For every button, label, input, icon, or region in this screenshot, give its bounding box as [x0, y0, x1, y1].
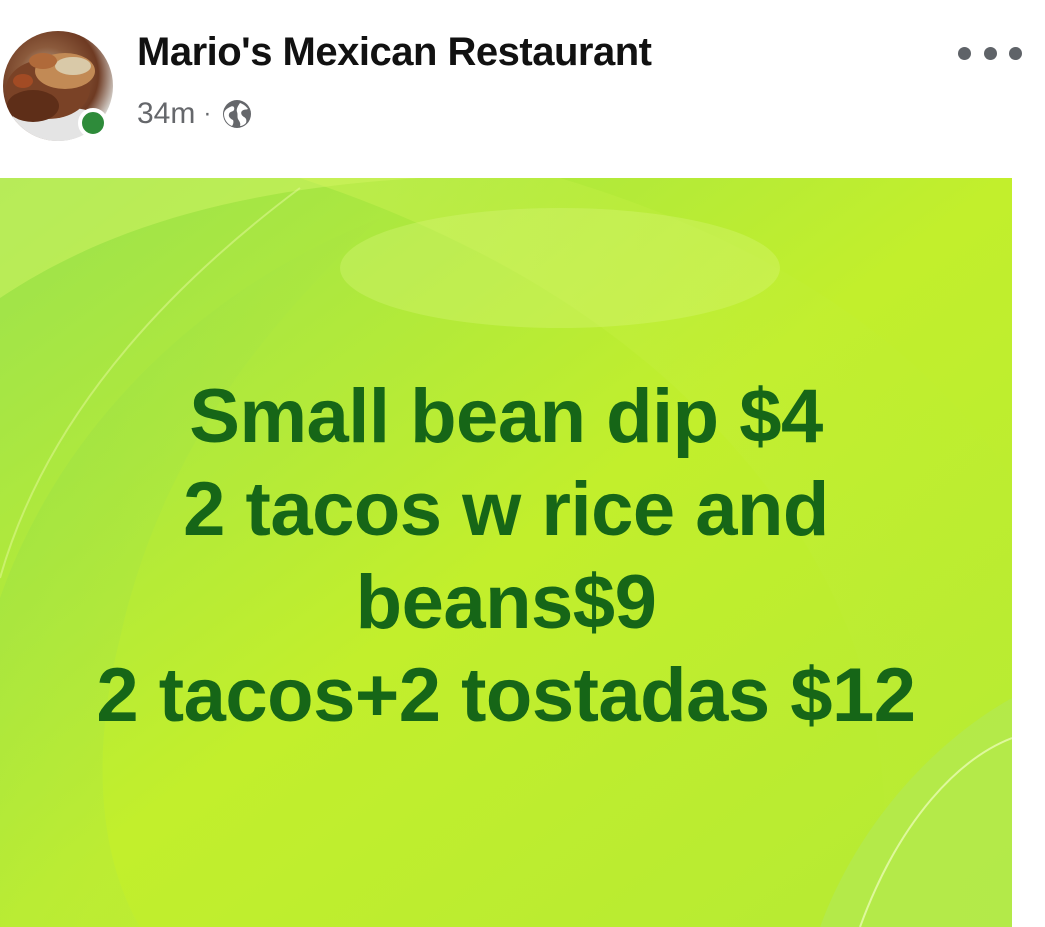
post-timestamp[interactable]: 34m	[137, 97, 195, 131]
page-name-link[interactable]: Mario's Mexican Restaurant	[137, 30, 652, 75]
menu-specials-text: Small bean dip $4 2 tacos w rice and bea…	[0, 370, 1012, 742]
menu-line-tacos-rice: 2 tacos w rice and	[183, 467, 829, 552]
more-options-dot	[1009, 46, 1022, 60]
post-meta: 34m ·	[137, 96, 253, 132]
more-options-icon	[958, 46, 971, 60]
online-status-dot	[78, 108, 108, 138]
post-header: Mario's Mexican Restaurant 34m ·	[0, 0, 1045, 170]
meta-separator: ·	[203, 100, 212, 127]
menu-line-beans-price: beans$9	[355, 560, 657, 645]
post-image[interactable]: Small bean dip $4 2 tacos w rice and bea…	[0, 178, 1012, 927]
globe-icon[interactable]	[221, 98, 253, 130]
menu-line-tacos-tostadas: 2 tacos+2 tostadas $12	[96, 653, 916, 738]
menu-line-bean-dip: Small bean dip $4	[189, 374, 823, 459]
more-options-button[interactable]	[958, 38, 1022, 68]
more-options-dot	[983, 46, 997, 60]
